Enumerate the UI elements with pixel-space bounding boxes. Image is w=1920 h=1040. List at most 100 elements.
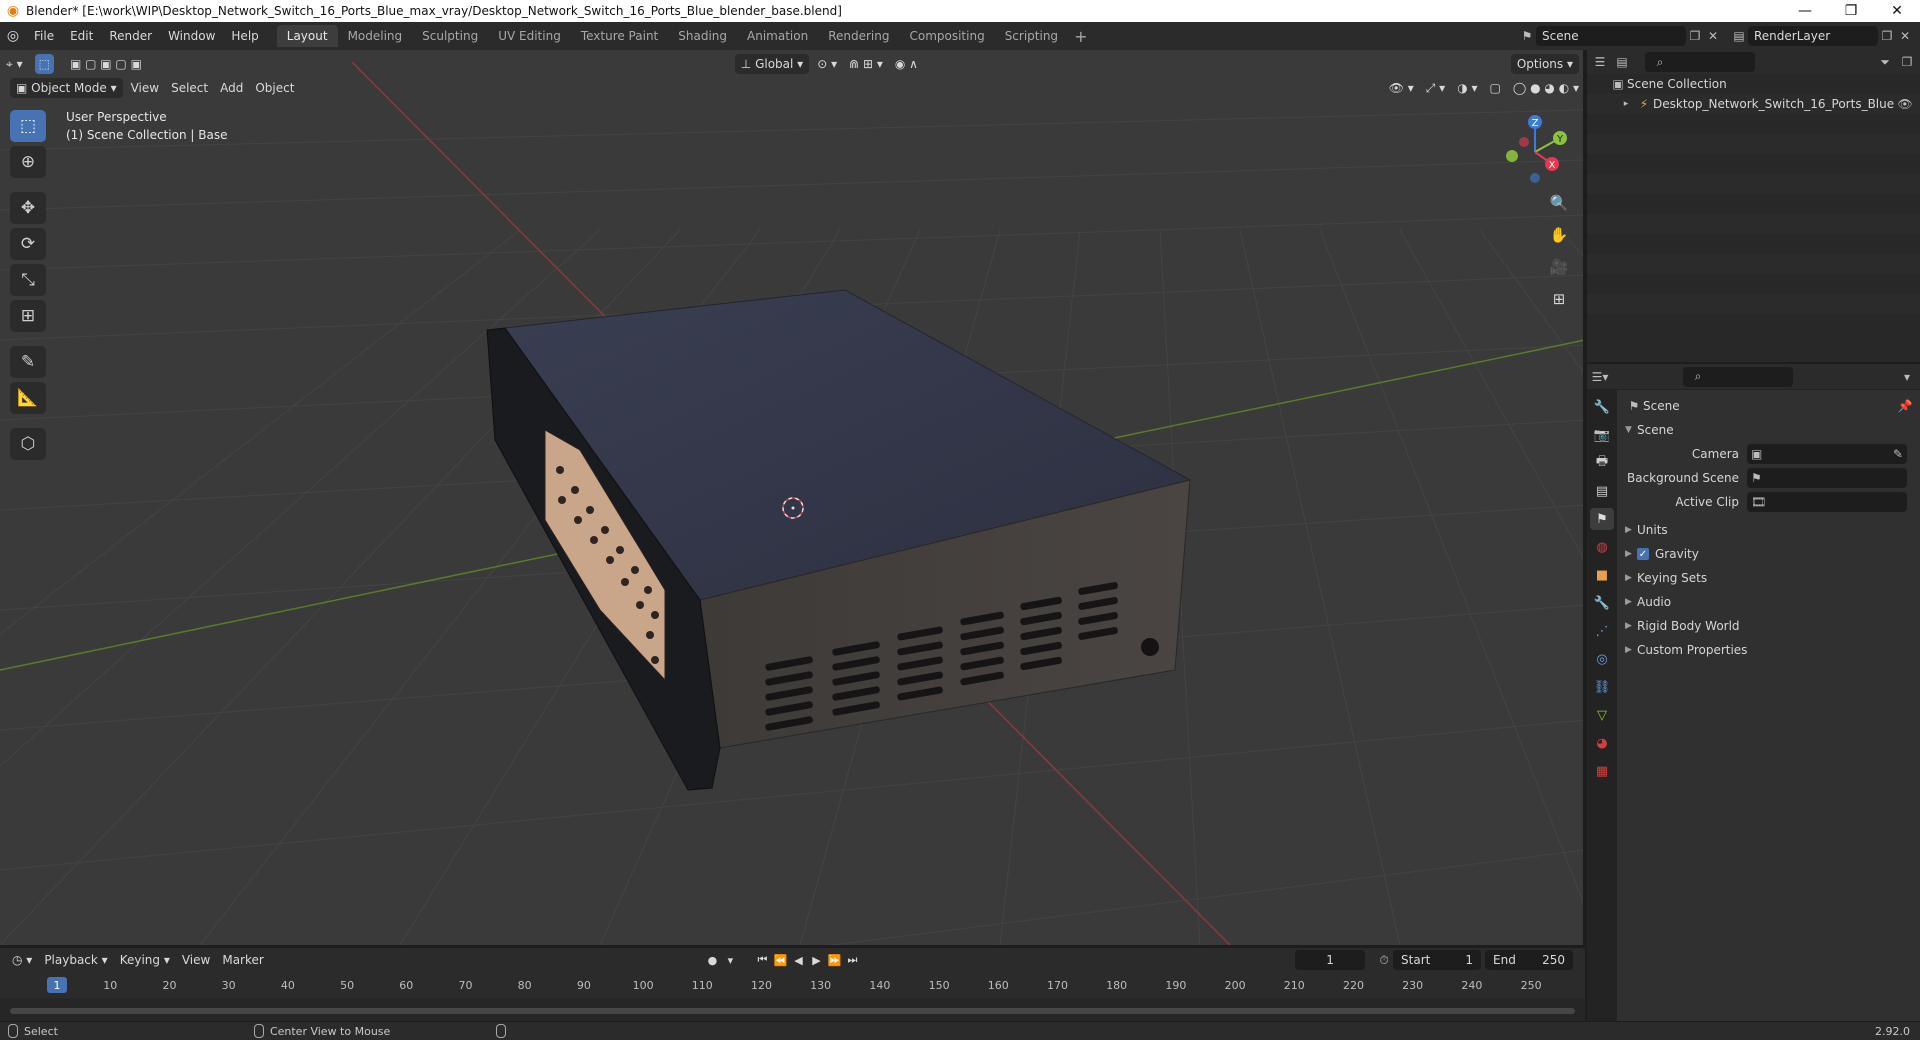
tab-compositing[interactable]: Compositing: [899, 25, 994, 47]
transform-tool-icon[interactable]: ⊞: [10, 300, 46, 332]
options-dropdown[interactable]: Options ▾: [1510, 54, 1579, 74]
tab-modeling[interactable]: Modeling: [338, 25, 413, 47]
data-tab-icon[interactable]: ▽: [1590, 704, 1614, 726]
view-layer-tab-icon[interactable]: ▤: [1590, 480, 1614, 502]
move-tool-icon[interactable]: ✥: [10, 192, 46, 224]
pin-icon[interactable]: 📌: [1896, 397, 1914, 415]
record-button-icon[interactable]: ●: [703, 950, 721, 970]
scene-panel-header[interactable]: ▼ Scene: [1617, 418, 1920, 442]
keying-sets-panel-header[interactable]: ▶ Keying Sets: [1617, 566, 1920, 590]
rotate-tool-icon[interactable]: ⟳: [10, 228, 46, 260]
editor-type-icon[interactable]: ⌖ ▾: [0, 54, 29, 74]
menu-window[interactable]: Window: [160, 22, 223, 50]
add-cube-tool-icon[interactable]: ⬡: [10, 428, 46, 460]
modifier-tab-icon[interactable]: 🔧: [1590, 592, 1614, 614]
minimize-button[interactable]: —: [1782, 0, 1828, 22]
gizmo-neg-y[interactable]: [1506, 150, 1518, 162]
new-view-layer-icon[interactable]: ❐: [1878, 27, 1896, 45]
gravity-panel-header[interactable]: ▶ ✓ Gravity: [1617, 542, 1920, 566]
new-scene-icon[interactable]: ❐: [1686, 27, 1704, 45]
texture-tab-icon[interactable]: ▦: [1590, 760, 1614, 782]
tab-rendering[interactable]: Rendering: [818, 25, 899, 47]
current-frame-field[interactable]: 1: [1295, 950, 1366, 970]
xray-icon[interactable]: ▢: [1484, 78, 1507, 98]
prev-keyframe-icon[interactable]: ⏪: [771, 950, 789, 970]
preview-range-icon[interactable]: ⏱: [1375, 951, 1393, 969]
network-switch-object[interactable]: [486, 289, 1192, 791]
jump-start-icon[interactable]: ⏮: [753, 950, 771, 970]
pan-hand-icon[interactable]: ✋: [1545, 222, 1573, 248]
select-box-icon[interactable]: ▣ ▢ ▣ ▢ ▣: [64, 54, 148, 74]
outliner-search-input[interactable]: ⌕: [1645, 52, 1755, 72]
restore-button[interactable]: ❐: [1828, 0, 1874, 22]
gizmo-toggle-icon[interactable]: ⤢ ▾: [1420, 78, 1451, 98]
navigation-gizmo[interactable]: Z Y X: [1490, 110, 1580, 190]
gravity-checkbox[interactable]: ✓: [1637, 548, 1649, 560]
display-mode-icon[interactable]: ▤: [1613, 53, 1631, 71]
rigid-body-world-panel-header[interactable]: ▶ Rigid Body World: [1617, 614, 1920, 638]
start-frame-field[interactable]: Start 1: [1393, 950, 1482, 970]
background-scene-field[interactable]: ⚑: [1747, 468, 1907, 488]
pivot-icon[interactable]: ⊙ ▾: [811, 54, 843, 74]
constraints-tab-icon[interactable]: ⛓: [1590, 676, 1614, 698]
eyedropper-icon[interactable]: ✎: [1893, 447, 1903, 461]
expand-arrow-icon[interactable]: ▸: [1617, 95, 1635, 113]
tab-uv-editing[interactable]: UV Editing: [488, 25, 571, 47]
menu-object[interactable]: Object: [249, 78, 300, 98]
playback-menu[interactable]: Playback ▾: [38, 950, 113, 970]
annotate-tool-icon[interactable]: ✎: [10, 346, 46, 378]
keying-menu[interactable]: Keying ▾: [114, 950, 176, 970]
camera-field[interactable]: ▣ ✎: [1747, 444, 1907, 464]
tab-layout[interactable]: Layout: [276, 25, 338, 47]
scene-field[interactable]: Scene: [1536, 26, 1686, 46]
select-box-tool-icon[interactable]: ⬚: [10, 110, 46, 142]
menu-select[interactable]: Select: [165, 78, 214, 98]
blender-menu-icon[interactable]: ◎: [0, 22, 26, 50]
measure-tool-icon[interactable]: 📐: [10, 382, 46, 414]
select-mode-icon[interactable]: ⬚: [34, 54, 54, 74]
render-tab-icon[interactable]: 📷: [1590, 424, 1614, 446]
scene-tab-icon[interactable]: ⚑: [1590, 508, 1614, 530]
outliner-scene-collection[interactable]: ▣ Scene Collection: [1587, 74, 1920, 94]
object-mode-dropdown[interactable]: ▣ Object Mode ▾: [10, 78, 123, 98]
properties-search-input[interactable]: ⌕: [1683, 366, 1793, 387]
menu-view[interactable]: View: [125, 78, 165, 98]
audio-panel-header[interactable]: ▶ Audio: [1617, 590, 1920, 614]
gizmo-neg-z[interactable]: [1530, 173, 1540, 183]
next-keyframe-icon[interactable]: ⏩: [825, 950, 843, 970]
physics-tab-icon[interactable]: ◎: [1590, 648, 1614, 670]
new-collection-icon[interactable]: ❐: [1898, 53, 1916, 71]
properties-editor-icon[interactable]: ☰▾: [1591, 368, 1609, 386]
timeline-editor-icon[interactable]: ◷ ▾: [6, 950, 38, 970]
tab-animation[interactable]: Animation: [737, 25, 818, 47]
units-panel-header[interactable]: ▶ Units: [1617, 518, 1920, 542]
tab-texture-paint[interactable]: Texture Paint: [571, 25, 668, 47]
overlay-toggle-icon[interactable]: ◑ ▾: [1451, 78, 1483, 98]
scale-tool-icon[interactable]: ⤡: [10, 264, 46, 296]
object-tab-icon[interactable]: ■: [1590, 564, 1614, 586]
outliner-item-switch[interactable]: ▸ ⚡ Desktop_Network_Switch_16_Ports_Blue…: [1587, 94, 1920, 114]
particles-tab-icon[interactable]: ⋰: [1590, 620, 1614, 642]
menu-help[interactable]: Help: [223, 22, 266, 50]
active-clip-field[interactable]: 🎞: [1747, 492, 1907, 512]
shading-modes-icon[interactable]: ◯ ● ◕ ◐ ▾: [1507, 78, 1583, 98]
menu-add[interactable]: Add: [214, 78, 249, 98]
marker-menu[interactable]: Marker: [216, 950, 269, 970]
play-reverse-icon[interactable]: ◀: [789, 950, 807, 970]
material-tab-icon[interactable]: ◕: [1590, 732, 1614, 754]
visibility-icon[interactable]: 👁 ▾: [1383, 78, 1420, 98]
custom-properties-panel-header[interactable]: ▶ Custom Properties: [1617, 638, 1920, 662]
record-options-icon[interactable]: ▾: [721, 950, 739, 970]
ortho-grid-icon[interactable]: ⊞: [1545, 286, 1573, 312]
timeline-ruler[interactable]: 1 10 20 30 40 50 60 70 80 90 100 110 120 130 140 150 160…: [0, 974, 1585, 998]
filter-icon[interactable]: ⏷: [1876, 53, 1894, 71]
properties-options-icon[interactable]: ▾: [1898, 368, 1916, 386]
view-layer-field[interactable]: RenderLayer: [1748, 26, 1878, 46]
jump-end-icon[interactable]: ⏭: [843, 950, 861, 970]
close-button[interactable]: ✕: [1874, 0, 1920, 22]
cursor-tool-icon[interactable]: ⊕: [10, 146, 46, 178]
play-icon[interactable]: ▶: [807, 950, 825, 970]
add-workspace-button[interactable]: +: [1068, 27, 1093, 46]
delete-view-layer-icon[interactable]: ✕: [1896, 27, 1914, 45]
transform-orientation-dropdown[interactable]: ⊥ Global ▾: [734, 54, 810, 74]
